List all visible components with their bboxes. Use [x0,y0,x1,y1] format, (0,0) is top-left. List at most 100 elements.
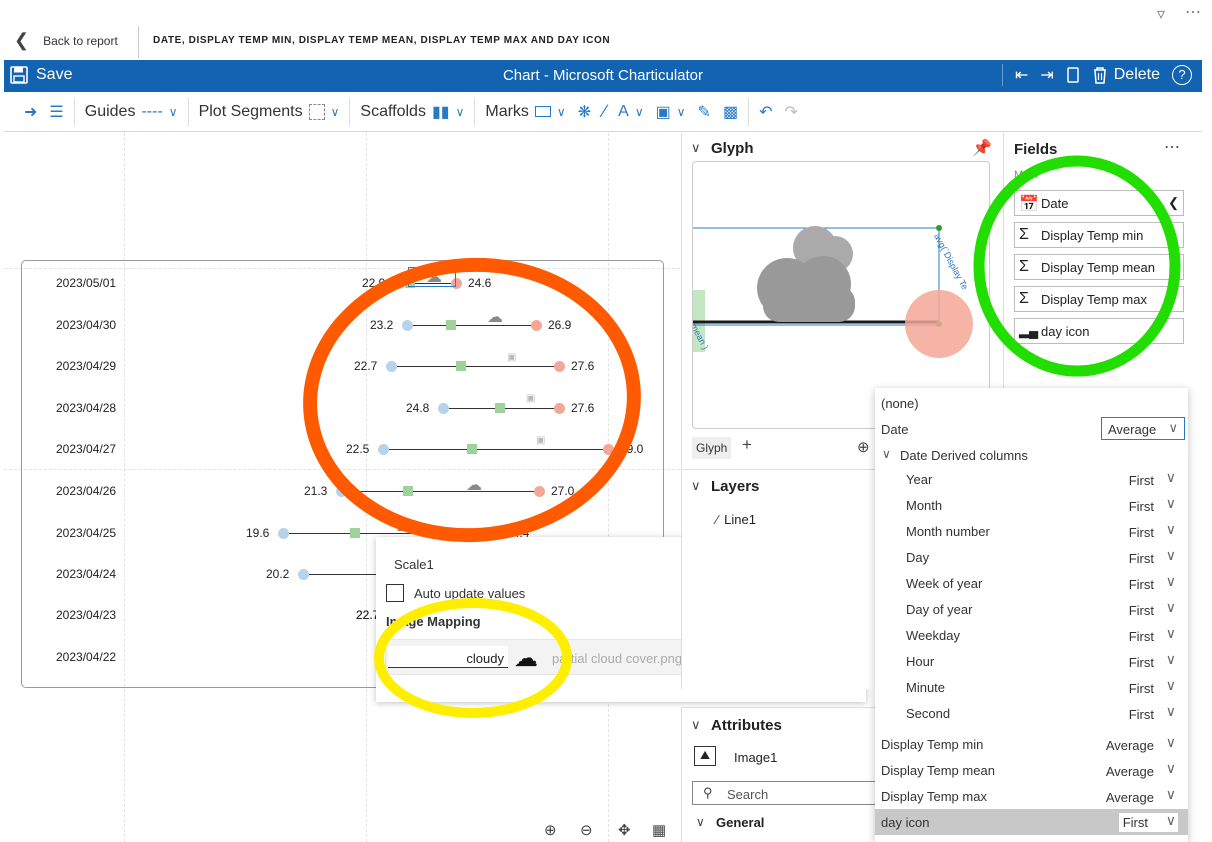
help-icon[interactable]: ? [1172,65,1192,85]
chevron-down-icon[interactable]: ∨ [1166,812,1176,829]
field-display-temp-mean[interactable]: Σ Display Temp mean [1014,254,1184,280]
chevron-down-icon[interactable]: ∨ [1166,786,1176,803]
aggregation-value[interactable]: First [1129,603,1154,618]
dropdown-item-derived[interactable]: Hour First ∨ [875,648,1188,674]
zoom-out-icon[interactable]: ⊖ [580,821,593,839]
dropdown-item-none[interactable]: (none) [875,390,1188,416]
aggregation-value[interactable]: First [1129,577,1154,592]
zoom-in-icon[interactable]: ⊕ [857,438,870,456]
date-derived-columns-header[interactable]: ∨ Date Derived columns [875,442,1188,468]
chevron-down-icon[interactable]: ∨ [1166,625,1176,642]
arrow-left-bar-icon[interactable]: ⇤ [1015,65,1028,85]
field-display-temp-max[interactable]: Σ Display Temp max [1014,286,1184,312]
dropdown-item-date[interactable]: Date Average ∨ [875,416,1188,442]
scaffolds-dropdown[interactable]: Scaffolds ▮▮ ∨ [354,97,470,127]
add-glyph-icon[interactable]: + [742,435,752,455]
data-axis-icon[interactable]: ✎ [692,97,717,127]
mean-temp-square[interactable] [456,361,466,371]
plot-segments-dropdown[interactable]: Plot Segments ∨ [193,97,346,127]
legend-tool-icon[interactable]: ☰ [43,97,69,127]
dropdown-item-measure[interactable]: day icon First ∨ [875,809,1188,835]
line-mark-icon[interactable]: ∕ [597,97,612,127]
mapping-key-input[interactable]: cloudy [388,646,508,668]
dropdown-item-derived[interactable]: Second First ∨ [875,700,1188,726]
max-temp-dot[interactable] [554,403,565,414]
field-display-temp-min[interactable]: Σ Display Temp min [1014,222,1184,248]
glyph-tab[interactable]: Glyph [692,437,732,459]
max-temp-dot[interactable] [534,486,545,497]
min-temp-dot[interactable] [394,278,405,289]
chevron-down-icon[interactable]: ∨ [1166,734,1176,751]
aggregation-value[interactable]: First [1129,629,1154,644]
guides-dropdown[interactable]: Guides ---- ∨ [79,97,184,127]
dropdown-item-measure[interactable]: Display Temp mean Average ∨ [875,757,1188,783]
chevron-down-icon[interactable]: ∨ [691,478,701,494]
min-temp-dot[interactable] [378,444,389,455]
zoom-in-icon[interactable]: ⊕ [544,821,557,839]
chart-canvas[interactable]: 2023/05/01 22.9 24.6 ☁ 2023/04/30 23.2 26.9 ☁ 20… [4,133,680,842]
aggregation-value[interactable]: Average [1106,764,1154,779]
min-temp-dot[interactable] [336,486,347,497]
attributes-search-field[interactable]: ⚲ Search [692,781,882,805]
chevron-down-icon[interactable]: ∨ [1166,469,1176,486]
chevron-down-icon[interactable]: ∨ [1166,547,1176,564]
mean-temp-square[interactable] [467,444,477,454]
field-date[interactable]: 📅 Date ❮ [1014,190,1184,216]
min-temp-dot[interactable] [386,361,397,372]
mean-temp-square[interactable] [350,528,360,538]
mean-temp-square[interactable] [446,320,456,330]
pan-icon[interactable]: ✥ [618,821,631,839]
dropdown-item-derived[interactable]: Month First ∨ [875,492,1188,518]
aggregation-value[interactable]: First [1129,707,1154,722]
mean-temp-square[interactable] [403,486,413,496]
chevron-down-icon[interactable]: ∨ [1166,703,1176,720]
min-temp-dot[interactable] [438,403,449,414]
max-temp-dot[interactable] [531,320,542,331]
chevron-down-icon[interactable]: ∨ [1166,677,1176,694]
back-to-report-link[interactable]: ❮ Back to report [14,30,118,51]
image-mark-icon[interactable]: ▣ ∨ [650,97,692,127]
more-options-icon[interactable]: ⋯ [1164,137,1180,157]
field-day-icon[interactable]: ▂▄ day icon [1014,318,1184,344]
min-temp-dot[interactable] [402,320,413,331]
copy-icon[interactable] [1066,66,1080,84]
layer-item-line1[interactable]: ∕ Line1 [716,512,756,527]
delete-button[interactable]: Delete [1092,66,1160,84]
mean-temp-square[interactable] [495,403,505,413]
chevron-down-icon[interactable]: ∨ [1166,760,1176,777]
dropdown-item-derived[interactable]: Day First ∨ [875,544,1188,570]
max-temp-dot[interactable] [603,444,614,455]
dropdown-item-derived[interactable]: Minute First ∨ [875,674,1188,700]
aggregation-select[interactable]: Average ∨ [1101,417,1185,440]
aggregation-value[interactable]: First [1129,551,1154,566]
aggregation-value[interactable]: First [1129,499,1154,514]
chevron-down-icon[interactable]: ∨ [696,815,705,829]
dropdown-item-derived[interactable]: Year First ∨ [875,466,1188,492]
arrow-right-bar-icon[interactable]: ⇥ [1040,65,1053,85]
aggregation-value[interactable]: First [1129,473,1154,488]
min-temp-dot[interactable] [298,569,309,580]
filter-icon[interactable]: ▿ [1157,4,1165,24]
aggregation-value[interactable]: First [1129,655,1154,670]
dropdown-item-derived[interactable]: Month number First ∨ [875,518,1188,544]
aggregation-value[interactable]: First [1129,681,1154,696]
redo-icon[interactable]: ↷ [778,97,803,127]
chevron-down-icon[interactable]: ∨ [1166,573,1176,590]
min-temp-dot[interactable] [278,528,289,539]
chevron-down-icon[interactable]: ∨ [1166,651,1176,668]
dropdown-item-measure[interactable]: Display Temp min Average ∨ [875,731,1188,757]
more-options-icon[interactable]: ⋯ [1185,2,1202,22]
chevron-down-icon[interactable]: ∨ [1166,599,1176,616]
zoom-fit-icon[interactable]: ▦ [652,821,666,839]
marks-dropdown[interactable]: Marks ∨ [479,97,571,127]
chevron-down-icon[interactable]: ∨ [1166,495,1176,512]
chevron-down-icon[interactable]: ∨ [691,717,701,733]
chevron-down-icon[interactable]: ∨ [691,140,701,156]
dropdown-item-derived[interactable]: Week of year First ∨ [875,570,1188,596]
auto-update-checkbox[interactable] [386,584,404,602]
undo-icon[interactable]: ↶ [753,97,778,127]
nested-chart-icon[interactable]: ▩ [717,97,744,127]
aggregation-value[interactable]: Average [1106,790,1154,805]
aggregation-value[interactable]: First [1129,525,1154,540]
link-tool-icon[interactable]: ➜ [18,97,43,127]
